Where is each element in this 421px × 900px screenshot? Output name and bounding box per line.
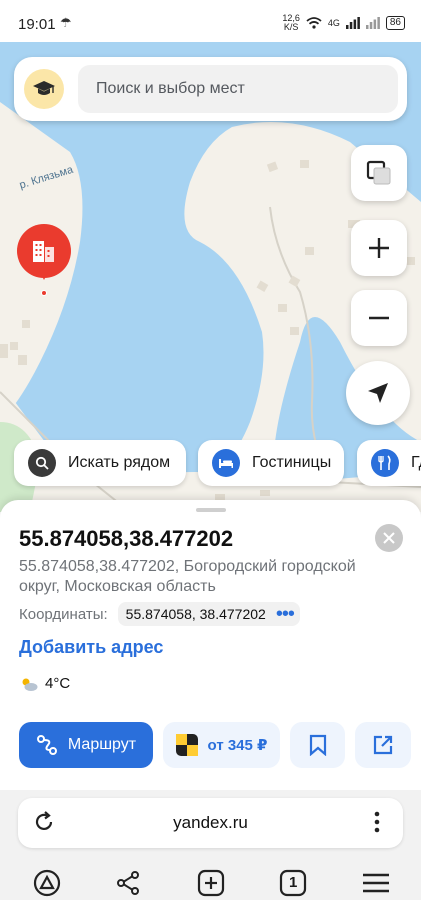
graduation-cap-icon[interactable] xyxy=(24,69,64,109)
battery-indicator: 86 xyxy=(385,16,405,30)
building-icon xyxy=(33,241,54,262)
route-label: Маршрут xyxy=(67,736,137,753)
card-actions: Маршрут от 345 ₽ xyxy=(0,722,421,768)
search-bar[interactable]: Поиск и выбор мест xyxy=(14,57,407,121)
navigation-arrow-icon xyxy=(368,383,388,403)
coordinates-value: 55.874058, 38.477202 xyxy=(125,606,266,622)
route-icon xyxy=(36,735,57,755)
card-address: 55.874058,38.477202, Богородский городск… xyxy=(19,558,356,595)
layers-button[interactable] xyxy=(351,145,407,201)
bookmark-button[interactable] xyxy=(290,722,345,768)
zoom-in-button[interactable] xyxy=(351,220,407,276)
zoom-out-button[interactable] xyxy=(351,290,407,346)
location-pin[interactable] xyxy=(17,224,71,280)
status-icons: 12,6 K/S 4G 86 xyxy=(282,14,405,32)
taxi-button[interactable]: от 345 ₽ xyxy=(163,722,280,768)
weather-row: 4°C xyxy=(19,675,70,692)
network-type: 4G xyxy=(327,18,340,28)
url-box[interactable]: yandex.ru xyxy=(18,798,403,848)
new-tab-plus-icon[interactable] xyxy=(196,868,226,898)
route-button[interactable]: Маршрут xyxy=(19,722,153,768)
close-button[interactable] xyxy=(375,524,403,552)
taxi-icon xyxy=(175,734,198,756)
alice-icon[interactable] xyxy=(32,868,62,898)
coordinates-row: Координаты: 55.874058, 38.477202 ••• xyxy=(19,602,300,626)
coordinates-pill[interactable]: 55.874058, 38.477202 ••• xyxy=(117,602,300,626)
temperature: 4°C xyxy=(45,675,71,692)
share-button[interactable] xyxy=(355,722,411,768)
pin-dot xyxy=(41,290,47,296)
signal-icon xyxy=(345,17,360,29)
chip-where-to-eat[interactable]: Где поесть xyxy=(357,440,421,486)
fork-knife-icon xyxy=(371,449,399,477)
umbrella-icon: ☂ xyxy=(60,15,72,30)
taxi-price: от 345 ₽ xyxy=(207,737,268,754)
card-title: 55.874058,38.477202 xyxy=(19,526,234,551)
search-icon xyxy=(28,449,56,477)
search-input[interactable]: Поиск и выбор мест xyxy=(78,65,398,113)
weather-cloud-sun-icon xyxy=(22,678,38,691)
more-dots-icon[interactable]: ••• xyxy=(276,604,295,624)
coordinates-label: Координаты: xyxy=(19,605,108,623)
share-external-icon xyxy=(373,735,393,755)
place-card[interactable]: 55.874058,38.477202 55.874058,38.477202,… xyxy=(0,500,421,790)
add-address-link[interactable]: Добавить адрес xyxy=(19,637,163,658)
url-text[interactable]: yandex.ru xyxy=(18,813,403,833)
more-vertical-icon[interactable] xyxy=(365,810,389,839)
tabs-button[interactable]: 1 xyxy=(278,868,308,898)
minus-icon xyxy=(369,316,389,320)
network-speed: 12,6 K/S xyxy=(282,13,300,32)
bookmark-icon xyxy=(309,734,326,756)
bed-icon xyxy=(212,449,240,477)
close-icon xyxy=(383,532,395,544)
chip-hotels[interactable]: Гостиницы xyxy=(198,440,344,486)
status-time: 19:01 xyxy=(18,16,56,33)
status-bar: 19:01 ☂ 12,6 K/S 4G 86 xyxy=(0,0,421,42)
plus-icon xyxy=(369,238,389,258)
card-grabber[interactable] xyxy=(196,508,226,512)
tab-count: 1 xyxy=(289,874,298,891)
share-icon[interactable] xyxy=(113,868,143,898)
wifi-icon xyxy=(306,17,322,29)
browser-address-bar: yandex.ru xyxy=(0,790,421,860)
hamburger-menu-icon[interactable] xyxy=(361,868,391,898)
signal-icon-2 xyxy=(365,17,380,29)
chip-search-nearby[interactable]: Искать рядом xyxy=(14,440,186,486)
browser-navbar: 1 xyxy=(0,860,421,900)
layers-icon xyxy=(366,160,391,185)
locate-me-button[interactable] xyxy=(346,361,410,425)
quick-search-chips: Искать рядом Гостиницы Где поесть xyxy=(0,440,421,488)
